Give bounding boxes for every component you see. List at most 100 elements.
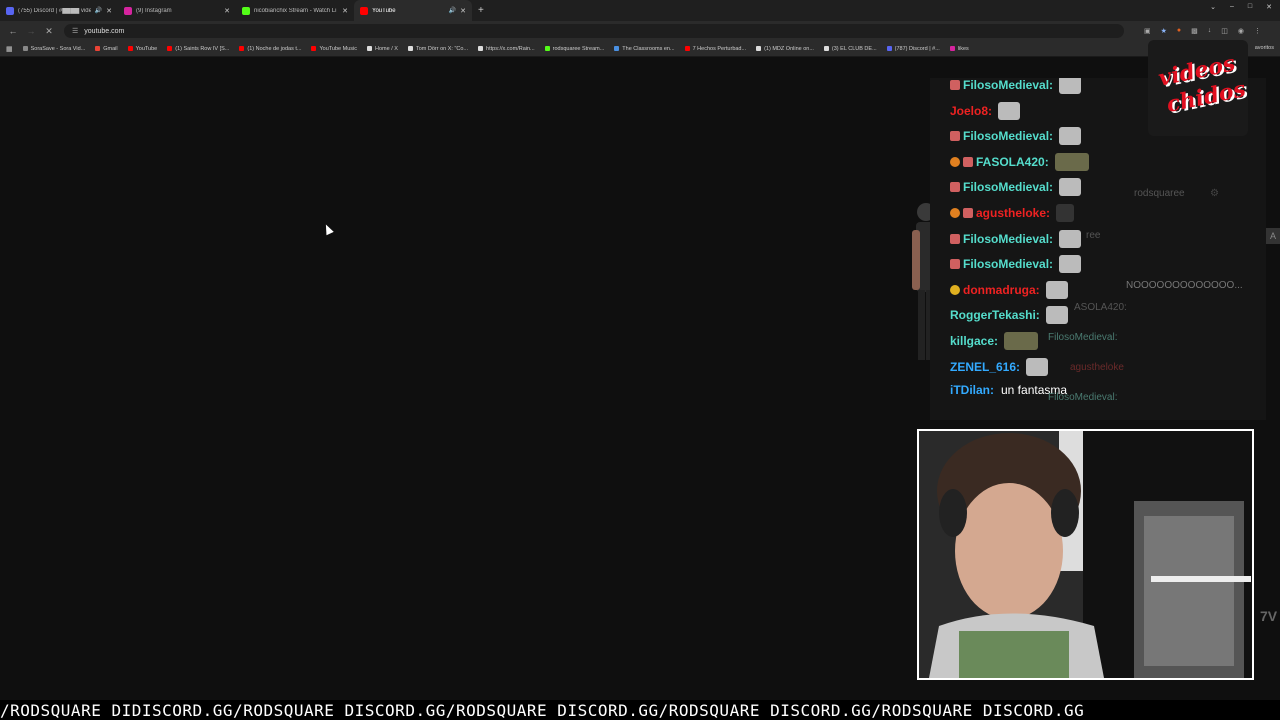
address-bar[interactable]: ☰ youtube.com: [64, 24, 1124, 38]
bookmark-item[interactable]: Home / X: [367, 46, 398, 52]
tab-strip: (755) Discord | #████ videos 🔊 ✕ (9) Instag…: [0, 0, 1280, 21]
bookmark-favicon-icon: [311, 46, 317, 51]
browser-tab[interactable]: (755) Discord | #████ videos 🔊 ✕: [0, 0, 118, 21]
chat-username: donmadruga:: [963, 282, 1040, 297]
subscriber-badge-icon: [950, 131, 960, 142]
close-tab-icon[interactable]: ✕: [342, 7, 348, 15]
bookmark-label: likes: [957, 45, 969, 52]
new-tab-button[interactable]: +: [478, 5, 484, 16]
bookmark-label: YouTube Music: [319, 45, 357, 52]
bookmark-favicon-icon: [167, 46, 173, 51]
bookmark-favicon-icon: [239, 46, 245, 51]
extension-icon[interactable]: ●: [1177, 27, 1181, 35]
speaker-icon[interactable]: 🔊: [449, 7, 456, 14]
bookmark-label: 7 Hechos Perturbad...: [692, 45, 747, 52]
tab-search-icon[interactable]: ⌄: [1210, 3, 1216, 11]
faded-noo: NOOOOOOOOOOOOO...: [1126, 280, 1243, 291]
bookmark-label: SoraSave - Sora Vid...: [30, 45, 86, 52]
bookmark-star-icon[interactable]: ★: [1161, 27, 1167, 35]
faded-ree: ree: [1086, 230, 1101, 241]
menu-kebab-icon[interactable]: ⋮: [1254, 27, 1261, 35]
minimize-button[interactable]: –: [1230, 3, 1234, 11]
bookmark-label: https://x.com/Rain...: [486, 45, 535, 52]
chat-username: FilosoMedieval:: [963, 78, 1054, 92]
chat-username: killgace:: [950, 334, 999, 348]
emote-icon: [1059, 78, 1082, 94]
chat-message: Joelo8:: [950, 101, 1021, 120]
emote-icon: [1054, 152, 1089, 171]
chat-username: RoggerTekashi:: [950, 308, 1040, 323]
browser-tab[interactable]: (9) Instagram ✕: [118, 0, 236, 21]
maximize-button[interactable]: □: [1248, 3, 1252, 11]
stop-loading-icon[interactable]: ✕: [44, 26, 54, 37]
bookmark-label: Gmail: [103, 45, 118, 52]
chat-username: FilosoMedieval:: [963, 129, 1054, 144]
close-tab-icon[interactable]: ✕: [460, 7, 466, 15]
mouse-cursor-icon: [322, 222, 334, 236]
tab-title: (755) Discord | #████ videos: [18, 7, 91, 14]
subscriber-badge-icon: [963, 208, 973, 218]
bookmark-label: (1) Saints Row IV [S...: [175, 45, 230, 52]
tab-favicon-icon: [6, 6, 14, 15]
bookmark-item[interactable]: YouTube: [127, 45, 158, 52]
badge-icon: [950, 208, 960, 218]
bookmark-item[interactable]: (1) MDZ Online on...: [756, 46, 814, 52]
apps-icon[interactable]: ▦: [6, 45, 13, 53]
bookmark-label: YouTube: [135, 45, 158, 52]
bookmark-favicon-icon: [614, 46, 620, 51]
profile-avatar-icon[interactable]: ◉: [1238, 27, 1244, 35]
bookmark-item[interactable]: Tom Dörr on X: "Co...: [407, 46, 468, 52]
bookmark-label: The Classrooms en...: [622, 45, 675, 52]
chat-message: FilosoMedieval:: [950, 78, 1082, 94]
emoji-badge-icon: [950, 284, 960, 295]
install-app-icon[interactable]: ▣: [1144, 27, 1151, 35]
forward-icon[interactable]: →: [26, 26, 36, 36]
webcam-overlay: [917, 429, 1254, 680]
bookmark-item[interactable]: (787) Discord | #...: [886, 46, 940, 52]
bookmark-item[interactable]: YouTube Music: [311, 46, 357, 52]
side-logo-7v: 7V: [1260, 608, 1278, 624]
bookmark-item[interactable]: (1) Noche de jodas t...: [239, 46, 301, 52]
bookmark-item[interactable]: The Classrooms en...: [614, 45, 675, 52]
site-info-icon[interactable]: ☰: [72, 27, 78, 35]
favorites-folder[interactable]: avoritos: [1255, 45, 1274, 51]
sidebar-icon[interactable]: ◫: [1221, 27, 1228, 35]
bookmark-favicon-icon: [544, 46, 550, 51]
download-icon[interactable]: ↓: [1208, 27, 1212, 35]
browser-tab[interactable]: YouTube 🔊 ✕: [354, 0, 472, 21]
subscriber-badge-icon: [950, 259, 960, 270]
bookmark-favicon-icon: [127, 46, 133, 51]
close-window-button[interactable]: ✕: [1266, 3, 1272, 11]
bookmark-item[interactable]: rodsquaree Stream...: [544, 46, 604, 52]
close-tab-icon[interactable]: ✕: [106, 7, 112, 15]
close-tab-icon[interactable]: ✕: [224, 7, 230, 15]
back-icon[interactable]: ←: [8, 26, 18, 36]
bookmarks-bar: ▦ SoraSave - Sora Vid... Gmail YouTube (1) …: [0, 41, 1280, 57]
tab-title: nicobianchix Stream - Watch Li: [254, 7, 337, 14]
bookmark-favicon-icon: [95, 46, 101, 51]
bookmark-item[interactable]: https://x.com/Rain...: [478, 46, 535, 52]
faded-channel-name: rodsquaree: [1134, 188, 1185, 199]
tab-title: (9) Instagram: [136, 7, 172, 14]
bookmark-item[interactable]: SoraSave - Sora Vid...: [22, 45, 86, 52]
extensions-puzzle-icon[interactable]: ▩: [1191, 27, 1198, 35]
bookmark-item[interactable]: Gmail: [95, 45, 118, 52]
bookmark-item[interactable]: (3) EL CLUB DE...: [823, 46, 877, 52]
faded-filoso-1: FilosoMedieval:: [1048, 332, 1118, 343]
toolbar-icons: ▣ ★ ● ▩ ↓ ◫ ◉ ⋮: [1144, 27, 1261, 35]
window-controls: ⌄ – □ ✕: [1210, 3, 1272, 11]
bookmark-item[interactable]: 7 Hechos Perturbad...: [684, 45, 747, 52]
bookmark-item[interactable]: likes: [949, 45, 969, 52]
bookmark-favicon-icon: [407, 46, 413, 51]
bookmark-favicon-icon: [22, 46, 28, 51]
browser-tab[interactable]: nicobianchix Stream - Watch Li ✕: [236, 0, 354, 21]
chat-message: FilosoMedieval:: [950, 127, 1082, 146]
bookmark-item[interactable]: (1) Saints Row IV [S...: [167, 46, 229, 52]
chat-username: iTDilan:: [950, 383, 994, 398]
chat-message: killgace:: [950, 332, 1039, 350]
speaker-icon[interactable]: 🔊: [95, 7, 102, 14]
faded-gear-icon: ⚙: [1210, 188, 1219, 199]
toolbar: ← → ✕ ☰ youtube.com ▣ ★ ● ▩ ↓ ◫ ◉ ⋮: [0, 21, 1280, 41]
bookmark-favicon-icon: [684, 46, 690, 51]
bookmark-favicon-icon: [756, 46, 762, 51]
